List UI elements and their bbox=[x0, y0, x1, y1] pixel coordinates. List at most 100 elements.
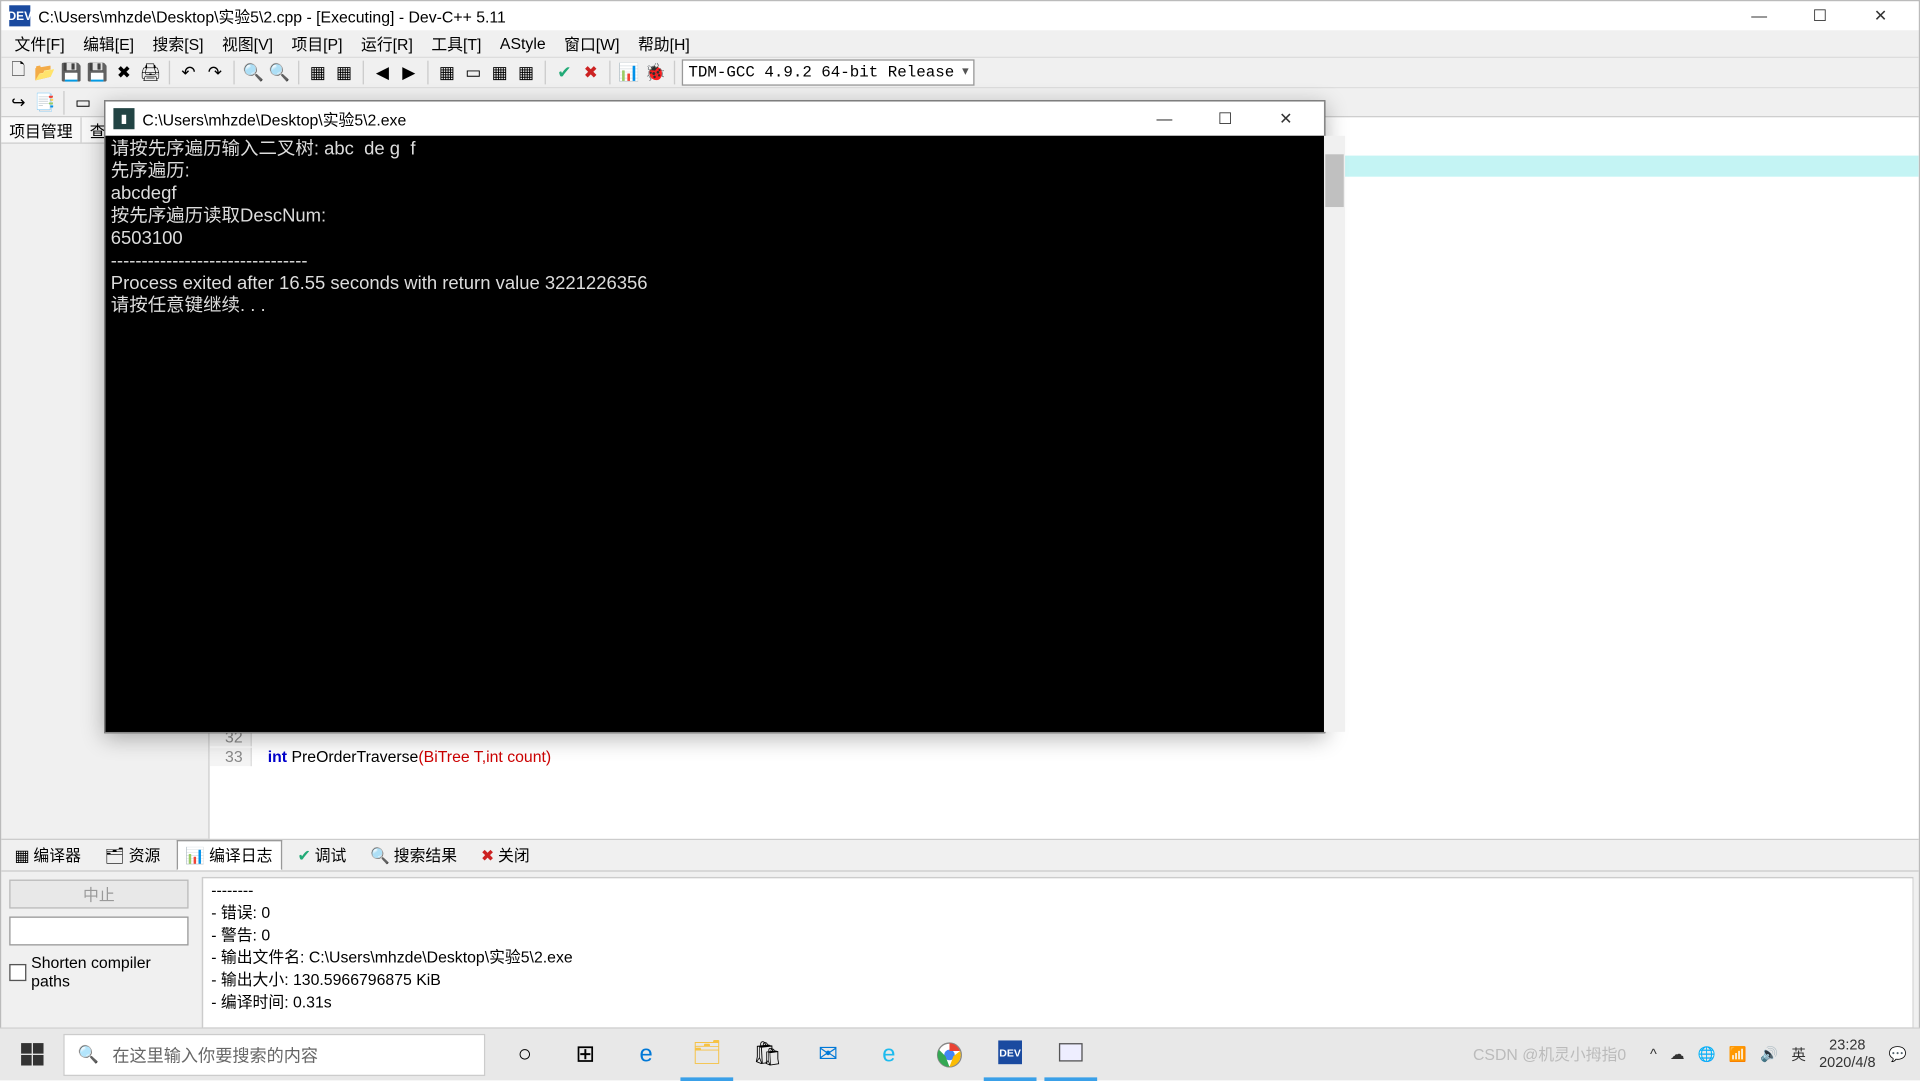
menu-tools[interactable]: 工具[T] bbox=[423, 30, 489, 58]
wifi-icon[interactable]: 📶 bbox=[1729, 1046, 1747, 1063]
print-icon[interactable]: 🖨 bbox=[138, 61, 162, 85]
close-icon: ✖ bbox=[481, 846, 494, 864]
toolbar-1: 🗋 📂 💾 💾 ✖ 🖨 ↶ ↷ 🔍 🔍 ▦ ▦ ◀ ▶ ▦ ▭ ▦ ▦ ✔ ✖ … bbox=[1, 57, 1918, 89]
compile-icon[interactable]: ▦ bbox=[306, 61, 330, 85]
devcpp-task-icon[interactable]: DEV bbox=[984, 1028, 1037, 1081]
back-icon[interactable]: ◀ bbox=[371, 61, 395, 85]
ie-icon[interactable]: e bbox=[862, 1028, 915, 1081]
watermark: CSDN @机灵小拇指0 bbox=[1473, 1043, 1626, 1065]
menu-help[interactable]: 帮助[H] bbox=[630, 30, 698, 58]
log-line-0: -------- bbox=[211, 881, 253, 899]
log-line-1: - 错误: 0 bbox=[211, 903, 270, 921]
taskbar-clock[interactable]: 23:28 2020/4/8 bbox=[1819, 1037, 1875, 1071]
stack-icon: 🗂 bbox=[105, 846, 125, 864]
check-icon[interactable]: ✔ bbox=[553, 61, 577, 85]
log-line-5: - 编译时间: 0.31s bbox=[211, 993, 331, 1011]
save-icon[interactable]: 💾 bbox=[59, 61, 83, 85]
con-line-5: -------------------------------- bbox=[111, 249, 308, 270]
open-file-icon[interactable]: 📂 bbox=[33, 61, 57, 85]
cortana-icon[interactable]: ○ bbox=[498, 1028, 551, 1081]
filter-input[interactable] bbox=[9, 916, 188, 945]
menu-window[interactable]: 窗口[W] bbox=[556, 30, 627, 58]
clock-time: 23:28 bbox=[1819, 1037, 1875, 1054]
grid-icon[interactable]: ▦ bbox=[435, 61, 459, 85]
menu-view[interactable]: 视图[V] bbox=[214, 30, 281, 58]
close-button[interactable]: ✕ bbox=[1850, 1, 1911, 30]
console-task-icon[interactable] bbox=[1044, 1028, 1097, 1081]
toggle-icon[interactable]: ▭ bbox=[71, 90, 95, 114]
taskbar-search[interactable]: 🔍 在这里输入你要搜索的内容 bbox=[63, 1033, 485, 1075]
compiler-selector[interactable]: TDM-GCC 4.9.2 64-bit Release bbox=[682, 59, 974, 85]
onedrive-icon[interactable]: ☁ bbox=[1670, 1046, 1685, 1063]
rect-icon[interactable]: ▭ bbox=[462, 61, 486, 85]
find-icon[interactable]: 🔍 bbox=[241, 61, 265, 85]
explorer-icon[interactable]: 🗂 bbox=[680, 1028, 733, 1081]
edge-icon[interactable]: e bbox=[620, 1028, 673, 1081]
start-button[interactable] bbox=[0, 1028, 63, 1081]
console-close-button[interactable]: ✕ bbox=[1255, 104, 1316, 133]
forward-icon[interactable]: ▶ bbox=[397, 61, 421, 85]
chrome-icon[interactable] bbox=[923, 1028, 976, 1081]
cross-icon[interactable]: ✖ bbox=[579, 61, 603, 85]
tab-close[interactable]: ✖关闭 bbox=[473, 841, 538, 869]
grid2-icon[interactable]: ▦ bbox=[488, 61, 512, 85]
console-titlebar: ▮ C:\Users\mhzde\Desktop\实验5\2.exe — ☐ ✕ bbox=[105, 102, 1323, 136]
mail-icon[interactable]: ✉ bbox=[802, 1028, 855, 1081]
store-icon[interactable]: 🛍 bbox=[741, 1028, 794, 1081]
grid3-icon[interactable]: ▦ bbox=[514, 61, 538, 85]
notifications-icon[interactable]: 💬 bbox=[1889, 1046, 1907, 1063]
console-maximize-button[interactable]: ☐ bbox=[1195, 104, 1256, 133]
console-output[interactable]: 请按先序遍历输入二叉树: abc de g f 先序遍历: abcdegf 按先… bbox=[105, 136, 1323, 732]
new-file-icon[interactable]: 🗋 bbox=[7, 61, 31, 85]
console-icon: ▮ bbox=[113, 108, 134, 129]
menu-file[interactable]: 文件[F] bbox=[7, 30, 73, 58]
network-icon[interactable]: 🌐 bbox=[1698, 1046, 1716, 1063]
bottom-tabs: ▦编译器 🗂资源 📊编译日志 ✔调试 🔍搜索结果 ✖关闭 bbox=[1, 839, 1918, 871]
tab-compiler[interactable]: ▦编译器 bbox=[7, 841, 89, 869]
search-placeholder: 在这里输入你要搜索的内容 bbox=[112, 1042, 318, 1067]
redo-icon[interactable]: ↷ bbox=[203, 61, 227, 85]
shorten-paths-checkbox[interactable]: Shorten compiler paths bbox=[9, 953, 188, 990]
scroll-thumb[interactable] bbox=[1325, 154, 1343, 207]
bug-icon[interactable]: 🐞 bbox=[644, 61, 668, 85]
taskview-icon[interactable]: ⊞ bbox=[559, 1028, 612, 1081]
tab-debug[interactable]: ✔调试 bbox=[290, 841, 355, 869]
log-line-3: - 输出文件名: C:\Users\mhzde\Desktop\实验5\2.ex… bbox=[211, 948, 572, 966]
sidebar-tab-project[interactable]: 项目管理 bbox=[1, 117, 81, 142]
run-icon[interactable]: ▦ bbox=[332, 61, 356, 85]
bottom-panel: 中止 Shorten compiler paths -------- - 错误:… bbox=[1, 870, 1918, 1052]
bookmark-icon[interactable]: 📑 bbox=[33, 90, 57, 114]
goto-icon[interactable]: ↪ bbox=[7, 90, 31, 114]
volume-icon[interactable]: 🔊 bbox=[1760, 1046, 1778, 1063]
console-minimize-button[interactable]: — bbox=[1134, 104, 1195, 133]
keyword-int: int bbox=[268, 747, 287, 765]
menu-astyle[interactable]: AStyle bbox=[492, 32, 554, 56]
code-line-33: 33 int PreOrderTraverse(BiTree T,int cou… bbox=[210, 746, 552, 766]
replace-icon[interactable]: 🔍 bbox=[268, 61, 292, 85]
con-line-3: 按先序遍历读取DescNum: bbox=[111, 204, 326, 225]
maximize-button[interactable]: ☐ bbox=[1789, 1, 1850, 30]
ime-indicator[interactable]: 英 bbox=[1791, 1044, 1806, 1065]
chart-icon: 📊 bbox=[185, 846, 205, 864]
chart-icon[interactable]: 📊 bbox=[617, 61, 641, 85]
con-line-1: 先序遍历: bbox=[111, 160, 190, 181]
console-scrollbar[interactable] bbox=[1324, 136, 1345, 732]
undo-icon[interactable]: ↶ bbox=[177, 61, 201, 85]
tab-log[interactable]: 📊编译日志 bbox=[176, 840, 281, 870]
titlebar: DEV C:\Users\mhzde\Desktop\实验5\2.cpp - [… bbox=[1, 1, 1918, 30]
menu-edit[interactable]: 编辑[E] bbox=[75, 30, 142, 58]
menu-run[interactable]: 运行[R] bbox=[353, 30, 421, 58]
tab-resource[interactable]: 🗂资源 bbox=[97, 841, 169, 869]
save-all-icon[interactable]: 💾 bbox=[86, 61, 110, 85]
bottom-left: 中止 Shorten compiler paths bbox=[1, 872, 196, 1053]
fn-signature: (BiTree T,int count) bbox=[418, 747, 551, 765]
con-line-6: Process exited after 16.55 seconds with … bbox=[111, 272, 648, 293]
tray-chevron-icon[interactable]: ^ bbox=[1650, 1046, 1657, 1062]
close-file-icon[interactable]: ✖ bbox=[112, 61, 136, 85]
tab-search[interactable]: 🔍搜索结果 bbox=[362, 841, 465, 869]
menu-search[interactable]: 搜索[S] bbox=[145, 30, 212, 58]
grid-icon: ▦ bbox=[15, 846, 30, 864]
minimize-button[interactable]: — bbox=[1729, 1, 1790, 30]
compile-log[interactable]: -------- - 错误: 0 - 警告: 0 - 输出文件名: C:\Use… bbox=[202, 877, 1914, 1047]
menu-project[interactable]: 项目[P] bbox=[284, 30, 351, 58]
